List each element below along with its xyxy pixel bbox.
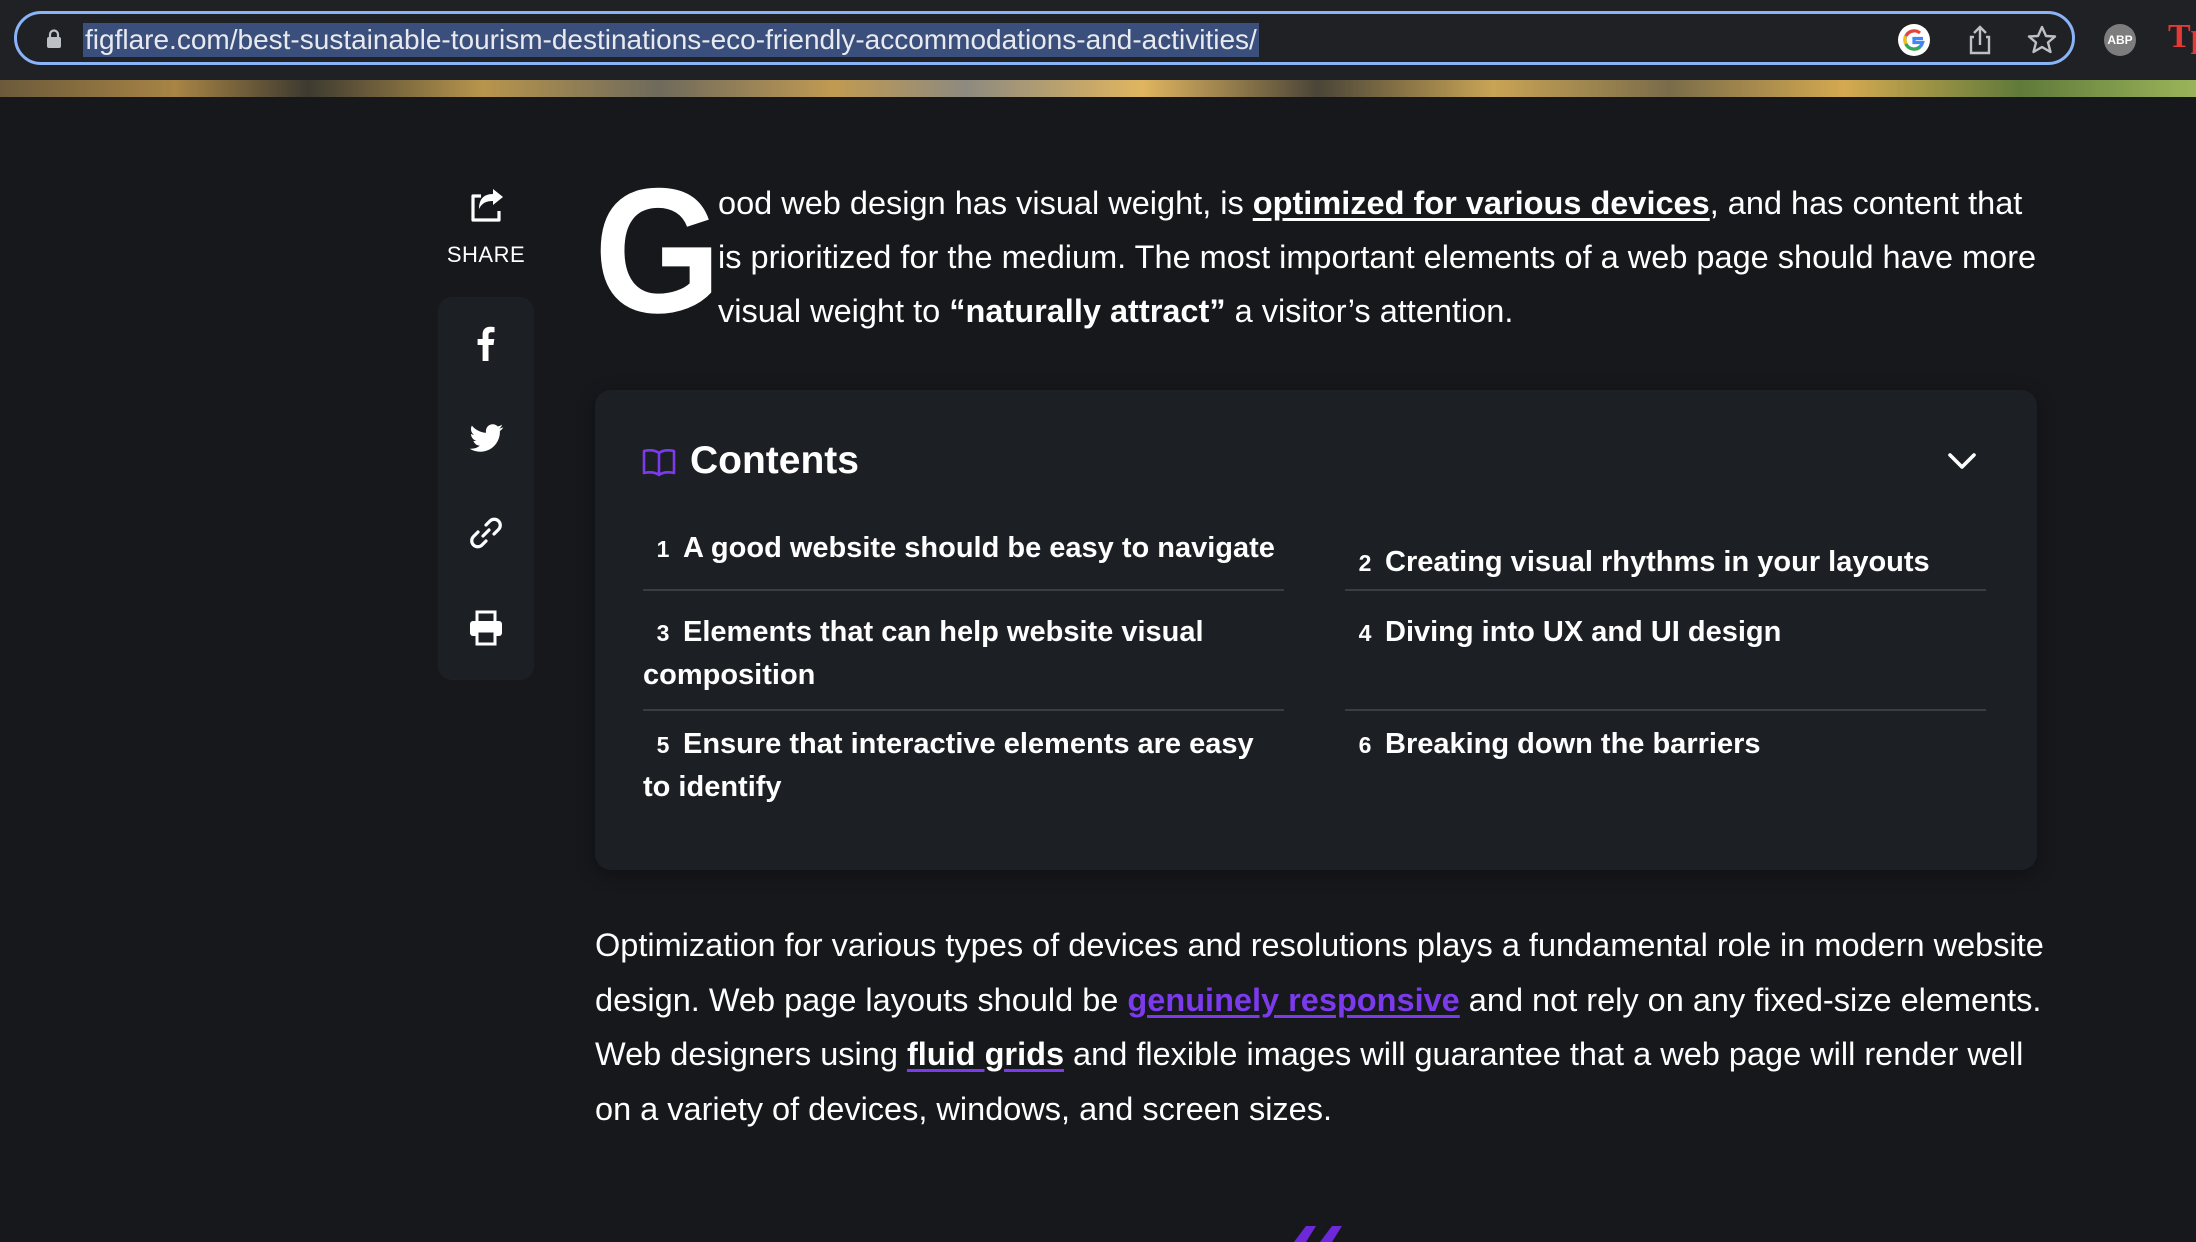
toc-item-label: Breaking down the barriers — [1385, 728, 1761, 760]
print-icon[interactable] — [466, 608, 506, 648]
toc-item-5[interactable]: 5 Ensure that interactive elements are ea… — [643, 723, 1284, 813]
toc-item-1[interactable]: 1 A good website should be easy to naviga… — [643, 527, 1284, 591]
lead-paragraph: ood web design has visual weight, is opt… — [718, 176, 2038, 338]
toc-item-number: 4 — [1358, 620, 1372, 646]
quote-mark-icon — [1294, 1226, 1342, 1242]
optimized-devices-link[interactable]: optimized for various devices — [1253, 185, 1710, 221]
share-icon — [471, 189, 503, 222]
naturally-attract-quote: “naturally attract” — [949, 293, 1226, 329]
toc-item-number: 1 — [656, 536, 670, 562]
toc-item-label: A good website should be easy to navigat… — [683, 532, 1275, 564]
toc-item-number: 5 — [656, 732, 670, 758]
toc-item-label: Ensure that interactive elements are eas… — [643, 728, 1254, 803]
twitter-icon[interactable] — [466, 418, 506, 458]
toc-item-3[interactable]: 3 Elements that can help website visual c… — [643, 611, 1284, 711]
address-bar[interactable]: figflare.com/best-sustainable-tourism-de… — [14, 11, 2075, 65]
genuinely-responsive-link[interactable]: genuinely responsive — [1127, 982, 1459, 1018]
toc-item-4[interactable]: 4 Diving into UX and UI design — [1345, 611, 1986, 711]
toc-item-number: 2 — [1358, 550, 1372, 576]
book-icon — [642, 449, 676, 477]
hero-image — [0, 80, 2196, 97]
lead-text: ood web design has visual weight, is — [718, 185, 1253, 221]
table-of-contents: Contents 1 A good website should be easy … — [595, 390, 2037, 870]
share-button[interactable]: SHARE — [438, 180, 534, 290]
lead-text: a visitor’s attention. — [1225, 293, 1514, 329]
adblock-extension-icon[interactable]: ABP — [2104, 24, 2136, 56]
bookmark-star-icon[interactable] — [2025, 23, 2059, 57]
drop-cap: G — [594, 151, 722, 350]
link-icon[interactable] — [466, 513, 506, 553]
toc-item-label: Diving into UX and UI design — [1385, 616, 1782, 648]
share-links-panel — [438, 297, 534, 680]
fluid-grids-link[interactable]: fluid grids — [907, 1036, 1064, 1072]
toc-item-label: Elements that can help website visual co… — [643, 616, 1204, 691]
url-text[interactable]: figflare.com/best-sustainable-tourism-de… — [83, 23, 1259, 57]
browser-toolbar: figflare.com/best-sustainable-tourism-de… — [0, 0, 2196, 80]
share-label: SHARE — [446, 242, 526, 267]
toc-item-6[interactable]: 6 Breaking down the barriers — [1345, 723, 1986, 813]
facebook-icon[interactable] — [466, 323, 506, 363]
share-sidebar: SHARE — [438, 180, 534, 680]
toc-item-label: Creating visual rhythms in your layouts — [1385, 546, 1930, 578]
toc-item-number: 6 — [1358, 732, 1372, 758]
lock-icon[interactable] — [43, 28, 65, 50]
toc-item-number: 3 — [656, 620, 670, 646]
share-page-icon[interactable] — [1963, 23, 1997, 57]
toc-title: Contents — [690, 439, 859, 482]
tp-extension-icon[interactable]: Tp — [2168, 18, 2196, 56]
chevron-down-icon[interactable] — [1945, 444, 1979, 478]
body-paragraph: Optimization for various types of device… — [595, 918, 2045, 1136]
toc-item-2[interactable]: 2 Creating visual rhythms in your layouts — [1345, 541, 1986, 591]
google-icon[interactable] — [1897, 23, 1931, 57]
